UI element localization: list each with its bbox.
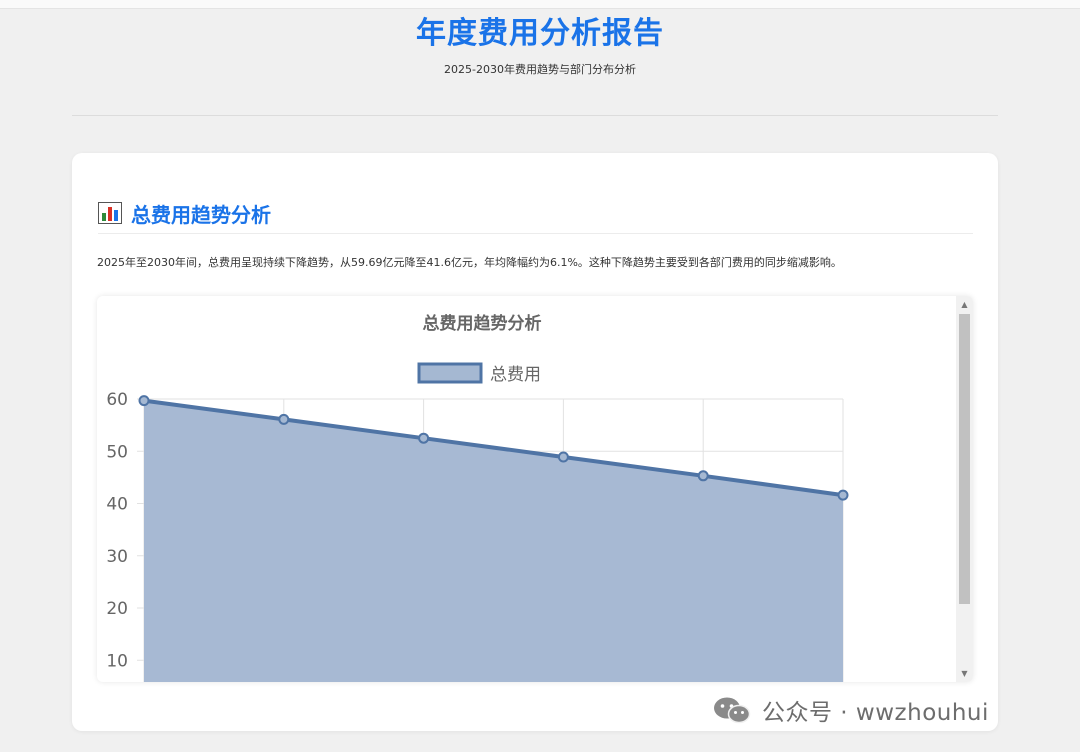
- chart-title: 总费用趋势分析: [423, 313, 542, 334]
- data-point: [557, 451, 569, 463]
- series-area: [144, 400, 843, 682]
- series-layer: [143, 398, 844, 682]
- wechat-icon: [712, 695, 752, 725]
- scroll-down-arrow-icon[interactable]: ▼: [956, 665, 973, 682]
- chart-legend: 总费用: [417, 362, 541, 385]
- section-heading: 总费用趋势分析: [98, 200, 271, 227]
- y-tick-label: 30: [106, 547, 128, 567]
- y-tick-label: 50: [106, 442, 128, 462]
- section-title: 总费用趋势分析: [131, 202, 271, 227]
- summary-text: 2025年至2030年间，总费用呈现持续下降趋势，从59.69亿元降至41.6亿…: [97, 256, 842, 269]
- watermark: 公众号 · wwzhouhui: [712, 693, 989, 727]
- scrollbar-thumb[interactable]: [959, 314, 970, 604]
- data-point: [697, 470, 709, 482]
- y-tick-label: 40: [106, 495, 128, 515]
- header-divider: [72, 115, 998, 116]
- trend-chart: 总费用趋势分析 总费用 10 20 30 40 50 60: [106, 313, 849, 682]
- y-tick-label: 20: [106, 599, 128, 619]
- data-point: [278, 413, 290, 425]
- data-point: [837, 489, 849, 501]
- legend-label: 总费用: [490, 365, 541, 385]
- watermark-text: 公众号 · wwzhouhui: [762, 700, 989, 726]
- legend-swatch: [417, 362, 483, 384]
- data-point: [138, 395, 150, 407]
- page-title: 年度费用分析报告: [416, 16, 664, 51]
- vertical-scrollbar[interactable]: ▲ ▼: [956, 296, 973, 682]
- y-tick-label: 10: [106, 651, 128, 671]
- section-divider: [98, 233, 973, 234]
- page-subtitle: 2025-2030年费用趋势与部门分布分析: [444, 63, 636, 76]
- trend-card: 总费用趋势分析 2025年至2030年间，总费用呈现持续下降趋势，从59.69亿…: [72, 153, 998, 731]
- y-axis-ticks: 10 20 30 40 50 60: [106, 390, 128, 671]
- bar-chart-icon: [98, 202, 122, 224]
- chart-container: 总费用趋势分析 总费用 10 20 30 40 50 60 ▲ ▼: [97, 296, 973, 682]
- y-tick-label: 60: [106, 390, 128, 410]
- data-point: [418, 432, 430, 444]
- scroll-up-arrow-icon[interactable]: ▲: [956, 296, 973, 313]
